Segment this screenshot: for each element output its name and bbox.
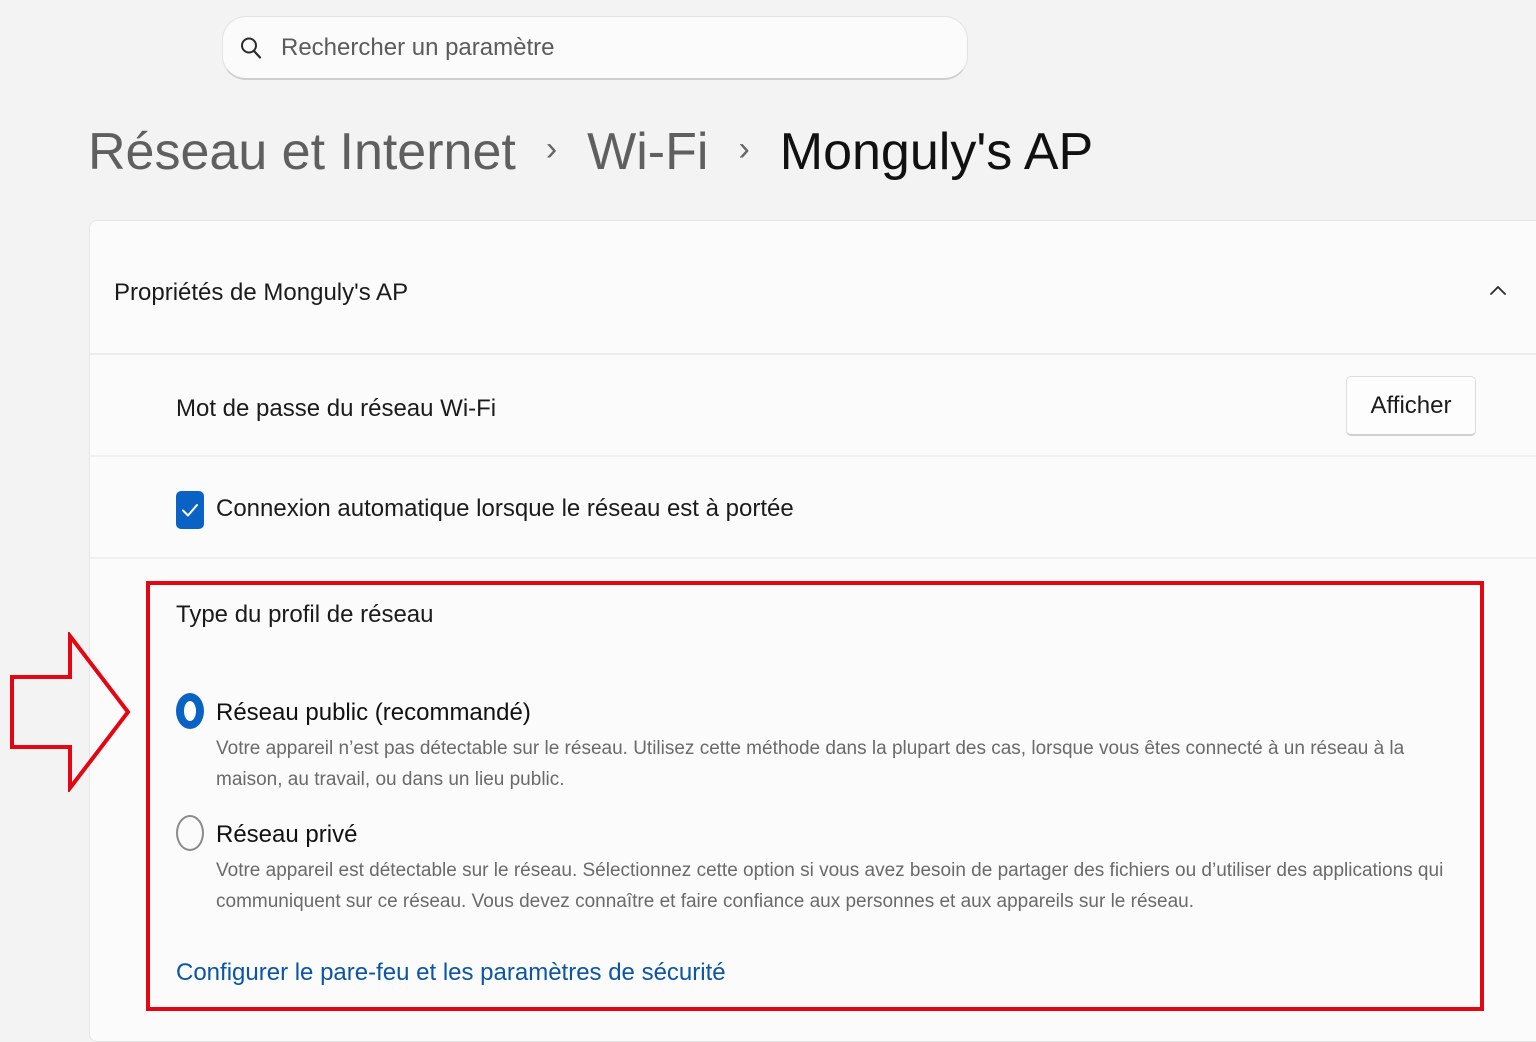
- properties-header[interactable]: Propriétés de Monguly's AP: [90, 221, 1536, 355]
- wifi-password-row: Mot de passe du réseau Wi-Fi Afficher: [90, 355, 1536, 457]
- breadcrumb-item-wifi[interactable]: Wi-Fi: [587, 122, 708, 182]
- wifi-password-label: Mot de passe du réseau Wi-Fi: [176, 395, 497, 422]
- private-network-label[interactable]: Réseau privé: [216, 821, 357, 849]
- settings-search-box[interactable]: [222, 16, 968, 80]
- private-network-description: Votre appareil est détectable sur le rés…: [216, 860, 1444, 912]
- chevron-up-icon[interactable]: [1486, 279, 1510, 303]
- public-network-description: Votre appareil n’est pas détectable sur …: [216, 738, 1405, 790]
- search-input[interactable]: [281, 33, 881, 62]
- autoconnect-label[interactable]: Connexion automatique lorsque le réseau …: [216, 495, 794, 523]
- firewall-settings-link[interactable]: Configurer le pare-feu et les paramètres…: [176, 959, 726, 987]
- checkmark-icon: [182, 504, 198, 517]
- properties-title: Propriétés de Monguly's AP: [114, 279, 409, 306]
- breadcrumb: Réseau et Internet › Wi-Fi › Monguly's A…: [88, 112, 1093, 192]
- properties-panel: Propriétés de Monguly's AP Mot de passe …: [89, 220, 1536, 1042]
- autoconnect-checkbox[interactable]: [176, 491, 204, 529]
- network-profile-title: Type du profil de réseau: [176, 601, 434, 628]
- radio-public-network[interactable]: [176, 693, 204, 729]
- search-icon: [239, 36, 263, 60]
- page-title: Monguly's AP: [779, 123, 1094, 181]
- public-network-label[interactable]: Réseau public (recommandé): [216, 699, 531, 727]
- show-password-button[interactable]: Afficher: [1346, 376, 1476, 436]
- autoconnect-row: Connexion automatique lorsque le réseau …: [90, 457, 1536, 559]
- breadcrumb-separator: ›: [738, 129, 750, 168]
- breadcrumb-item-network[interactable]: Réseau et Internet: [88, 122, 516, 182]
- radio-private-network[interactable]: [176, 815, 204, 851]
- breadcrumb-separator: ›: [545, 129, 558, 168]
